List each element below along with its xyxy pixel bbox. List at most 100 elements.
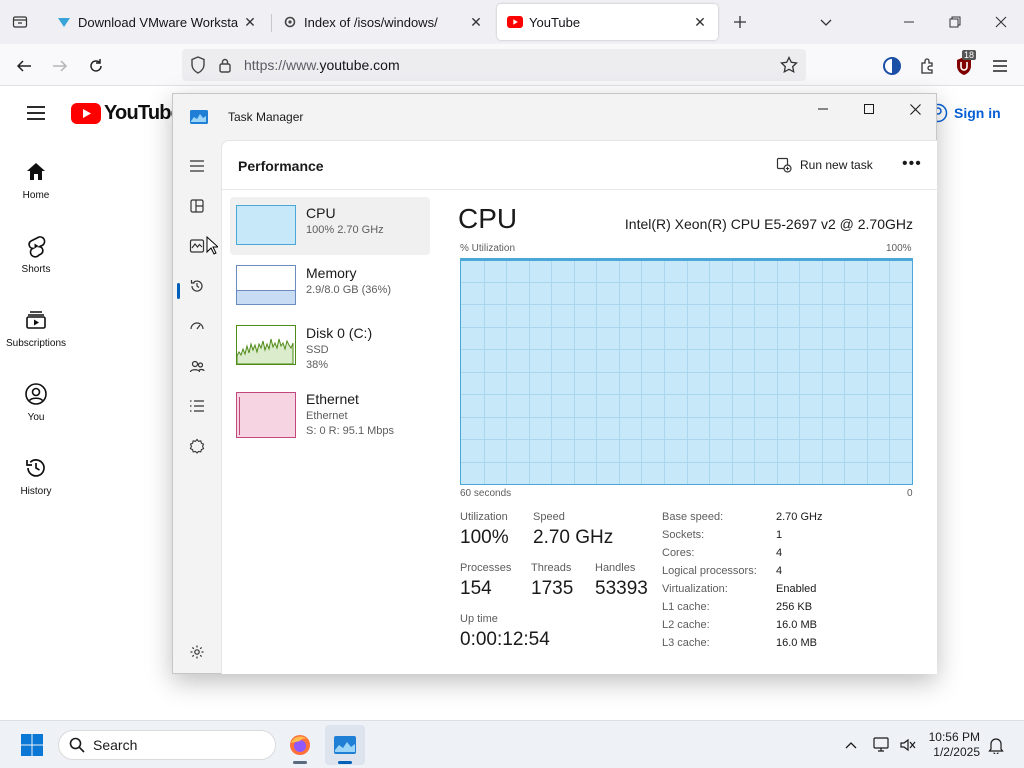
reload-icon[interactable] xyxy=(82,52,110,80)
mouse-cursor-icon xyxy=(206,235,220,260)
dark-reader-icon[interactable] xyxy=(878,52,906,80)
clock[interactable]: 10:56 PM 1/2/2025 xyxy=(929,730,980,760)
forward-icon[interactable] xyxy=(46,52,74,80)
settings-gear-icon[interactable] xyxy=(187,642,207,662)
youtube-icon xyxy=(507,14,523,30)
back-icon[interactable] xyxy=(10,52,38,80)
firefox-icon xyxy=(290,735,310,755)
graph-grid xyxy=(461,259,912,484)
nav-home[interactable]: Home xyxy=(0,160,72,201)
new-tab-icon[interactable] xyxy=(726,8,754,36)
nav-history[interactable]: History xyxy=(0,456,72,497)
tm-maximize-icon[interactable] xyxy=(846,94,892,124)
services-icon[interactable] xyxy=(187,436,207,456)
graph-y-max: 100% xyxy=(886,243,912,254)
guide-menu-icon[interactable] xyxy=(24,101,48,125)
graph-x-min: 0 xyxy=(907,488,913,499)
app-history-icon[interactable] xyxy=(187,276,207,296)
close-icon[interactable] xyxy=(978,6,1024,38)
taskbar-search[interactable]: Search xyxy=(58,730,276,760)
tab-youtube[interactable]: YouTube ✕ xyxy=(497,4,718,40)
speed-label: Speed xyxy=(533,511,565,523)
spec-value: 16.0 MB xyxy=(776,637,817,649)
shield-icon[interactable] xyxy=(190,56,206,79)
disk-activity-graph xyxy=(237,338,294,364)
more-options-icon[interactable]: ••• xyxy=(902,155,922,173)
restore-icon[interactable] xyxy=(932,6,978,38)
resource-ethernet[interactable]: Ethernet Ethernet S: 0 R: 95.1 Mbps xyxy=(230,383,430,441)
run-new-task-button[interactable]: Run new task xyxy=(776,157,873,173)
tab-vmware[interactable]: Download VMware Workstation ✕ xyxy=(46,4,268,40)
youtube-logo-text: YouTube xyxy=(104,102,182,124)
lock-icon[interactable] xyxy=(218,57,232,78)
spec-label: Virtualization: xyxy=(662,583,728,595)
volume-muted-icon[interactable] xyxy=(888,725,928,765)
search-placeholder: Search xyxy=(93,737,138,753)
tm-close-icon[interactable] xyxy=(892,94,938,124)
ublock-icon[interactable]: 18 xyxy=(950,50,978,80)
start-button[interactable] xyxy=(12,725,52,765)
hamburger-icon[interactable] xyxy=(187,156,207,176)
close-tab-icon[interactable]: ✕ xyxy=(242,14,258,30)
nav-label: Subscriptions xyxy=(5,338,67,349)
spec-value: Enabled xyxy=(776,583,817,595)
close-tab-icon[interactable]: ✕ xyxy=(692,14,708,30)
tm-minimize-icon[interactable] xyxy=(800,94,846,124)
address-bar[interactable]: https://www.youtube.com xyxy=(182,49,806,81)
page-title: Performance xyxy=(238,158,324,174)
startup-apps-icon[interactable] xyxy=(187,316,207,336)
processes-value: 154 xyxy=(460,578,492,599)
windows-logo-icon xyxy=(21,734,43,756)
tab-isos-index[interactable]: Index of /isos/windows/ ✕ xyxy=(272,4,494,40)
nav-you[interactable]: You xyxy=(0,382,72,423)
run-new-task-label: Run new task xyxy=(800,158,873,172)
resource-detail: Ethernet xyxy=(306,410,348,422)
nav-label: Home xyxy=(22,190,50,201)
subscriptions-icon xyxy=(26,311,46,329)
tab-title: Index of /isos/windows/ xyxy=(304,14,438,30)
search-icon xyxy=(69,737,85,753)
resource-detail: 2.9/8.0 GB (36%) xyxy=(306,284,391,296)
firefox-taskbar-button[interactable] xyxy=(280,725,320,765)
resource-name: CPU xyxy=(306,205,336,221)
task-manager-taskbar-button[interactable] xyxy=(325,725,365,765)
header-divider xyxy=(222,189,938,190)
threads-label: Threads xyxy=(531,562,572,574)
browser-toolbar: https://www.youtube.com 18 xyxy=(0,44,1024,86)
utilization-value: 100% xyxy=(460,527,509,548)
tab-list-icon[interactable] xyxy=(8,10,32,34)
close-tab-icon[interactable]: ✕ xyxy=(468,14,484,30)
nav-subscriptions[interactable]: Subscriptions xyxy=(0,308,72,349)
performance-icon[interactable] xyxy=(187,236,207,256)
chevron-down-icon[interactable] xyxy=(812,8,840,36)
minimize-icon[interactable] xyxy=(886,6,932,38)
graph-y-label: % Utilization xyxy=(460,243,516,254)
processes-icon[interactable] xyxy=(187,196,207,216)
resource-detail: S: 0 R: 95.1 Mbps xyxy=(306,425,395,437)
details-icon[interactable] xyxy=(187,396,207,416)
notification-bell-icon[interactable] xyxy=(976,725,1016,765)
cpu-model: Intel(R) Xeon(R) CPU E5-2697 v2 @ 2.70GH… xyxy=(624,216,913,232)
url-domain: youtube.com xyxy=(319,57,400,73)
menu-icon[interactable] xyxy=(986,52,1014,80)
tab-title: YouTube xyxy=(529,14,581,30)
uptime-label: Up time xyxy=(460,613,498,625)
spec-value: 1 xyxy=(776,529,783,541)
spec-label: Base speed: xyxy=(662,511,724,523)
shorts-icon xyxy=(28,236,46,258)
resource-disk[interactable]: Disk 0 (C:) SSD 38% xyxy=(230,317,430,375)
youtube-logo[interactable]: YouTube xyxy=(71,102,182,125)
nav-shorts[interactable]: Shorts xyxy=(0,234,72,275)
you-icon xyxy=(25,383,47,405)
memory-thumbnail xyxy=(236,265,296,305)
resource-memory[interactable]: Memory 2.9/8.0 GB (36%) xyxy=(230,257,430,315)
spec-label: L1 cache: xyxy=(662,601,710,613)
spec-label: Logical processors: xyxy=(662,565,757,577)
resource-cpu[interactable]: CPU 100% 2.70 GHz xyxy=(230,197,430,255)
nav-label: You xyxy=(27,412,45,423)
users-icon[interactable] xyxy=(187,356,207,376)
home-icon xyxy=(27,163,45,180)
bookmark-star-icon[interactable] xyxy=(780,55,798,79)
task-manager-icon xyxy=(334,736,356,754)
extensions-icon[interactable] xyxy=(914,52,942,80)
